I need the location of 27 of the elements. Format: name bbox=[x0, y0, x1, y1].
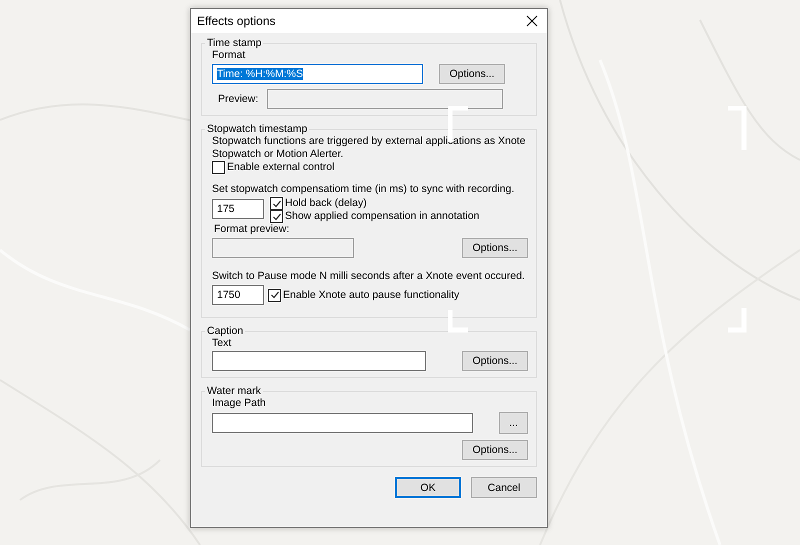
window-title: Effects options bbox=[197, 14, 276, 28]
dialog-button[interactable]: Cancel bbox=[471, 477, 537, 498]
checkbox-label: Hold back (delay) bbox=[285, 197, 367, 210]
group-title: Stopwatch timestamp bbox=[206, 123, 308, 135]
field-label: Format preview: bbox=[213, 223, 290, 236]
field-label: Text bbox=[212, 337, 232, 350]
field-label: Set stopwatch compensatiom time (in ms) to sync with recording. bbox=[212, 183, 516, 196]
group-title: Caption bbox=[206, 325, 244, 337]
group-title: Time stamp bbox=[206, 37, 262, 49]
options-button[interactable]: Options... bbox=[439, 64, 505, 84]
compensation-field[interactable]: 175 bbox=[212, 199, 264, 219]
options-button[interactable]: Options... bbox=[462, 351, 528, 371]
field-label: Switch to Pause mode N milli seconds after a Xnote event occured. bbox=[212, 270, 526, 283]
checkbox-label: Show applied compensation in annotation bbox=[285, 210, 480, 223]
dialog-button[interactable]: OK bbox=[395, 477, 461, 498]
options-button[interactable]: Options... bbox=[462, 440, 528, 460]
pause-field[interactable]: 1750 bbox=[212, 285, 264, 305]
group-title: Water mark bbox=[206, 385, 262, 397]
checkbox-label: Enable Xnote auto pause functionality bbox=[283, 288, 460, 302]
format-field[interactable]: Time: %H:%M:%S bbox=[212, 64, 423, 84]
options-button[interactable]: Options... bbox=[462, 238, 528, 258]
field-label: Image Path bbox=[212, 397, 267, 410]
field-label: Preview: bbox=[218, 93, 258, 105]
checkbox-label: Enable external control bbox=[227, 161, 334, 174]
browse-button[interactable]: ... bbox=[499, 412, 528, 434]
description-text: Stopwatch functions are triggered by external applications as Xnote Stopwatch or Motion Alerter. bbox=[212, 135, 526, 161]
field-label: Format bbox=[212, 49, 246, 62]
